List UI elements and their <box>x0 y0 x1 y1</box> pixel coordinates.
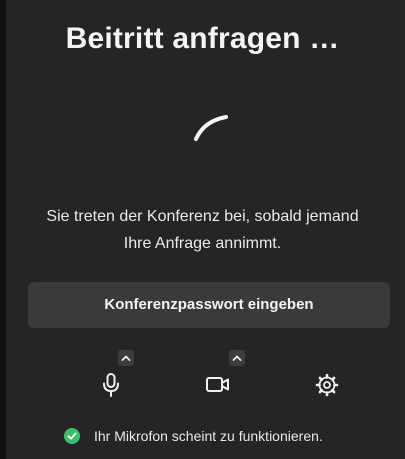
camera-options-button[interactable] <box>229 350 245 366</box>
gear-icon[interactable] <box>312 372 342 398</box>
chevron-up-icon <box>232 355 242 361</box>
check-circle-icon <box>64 428 80 444</box>
waiting-message: Sie treten der Konferenz bei, sobald jem… <box>0 203 405 257</box>
microphone-status-text: Ihr Mikrofon scheint zu funktionieren. <box>94 428 323 444</box>
waiting-message-line-2: Ihre Anfrage annimmt. <box>123 235 282 252</box>
chevron-up-icon <box>121 355 131 361</box>
loading-spinner-icon <box>194 115 228 141</box>
camera-icon[interactable] <box>202 372 232 398</box>
microphone-icon[interactable] <box>96 372 126 398</box>
microphone-options-button[interactable] <box>118 350 134 366</box>
microphone-status: Ihr Mikrofon scheint zu funktionieren. <box>64 428 323 444</box>
enter-password-button[interactable]: Konferenzpasswort eingeben <box>28 282 390 328</box>
waiting-message-line-1: Sie treten der Konferenz bei, sobald jem… <box>46 208 359 225</box>
page-title: Beitritt anfragen … <box>65 22 340 55</box>
